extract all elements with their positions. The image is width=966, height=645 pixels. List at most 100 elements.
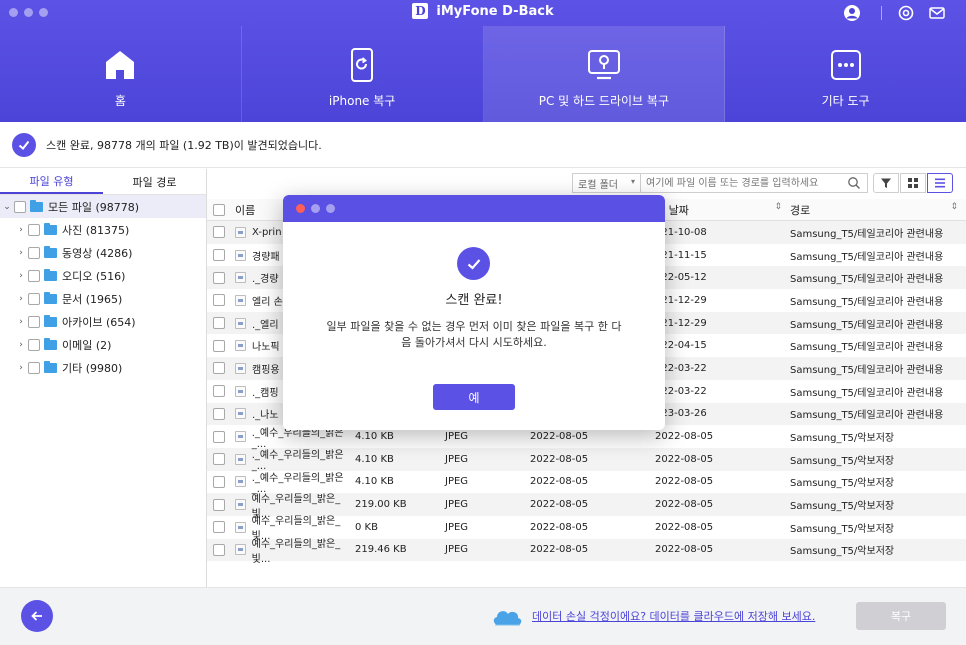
filter-icon <box>881 178 891 188</box>
file-modified-date: 2022-08-05 <box>655 544 714 556</box>
row-checkbox[interactable] <box>213 430 225 443</box>
row-checkbox[interactable] <box>213 362 225 375</box>
tree-item-archives[interactable]: › 아카이브 (654) <box>0 310 206 333</box>
grid-view-button[interactable] <box>900 173 926 193</box>
column-modified[interactable]: 정 날짜 ⇕ <box>655 202 790 218</box>
folder-scope-select[interactable]: 로컬 폴더 ▾ <box>572 173 640 193</box>
list-view-button[interactable] <box>927 173 953 193</box>
chevron-right-icon[interactable]: › <box>14 340 28 350</box>
row-checkbox[interactable] <box>213 385 225 398</box>
file-size: 219.46 KB <box>355 544 407 556</box>
file-created-date: 2022-08-05 <box>530 431 589 443</box>
file-path: Samsung_T5/악보저장 <box>790 546 895 558</box>
row-checkbox[interactable] <box>213 294 225 307</box>
image-file-icon <box>235 453 246 465</box>
recover-button[interactable]: 복구 <box>856 602 946 630</box>
nav-pc-drive-recovery[interactable]: PC 및 하드 드라이브 복구 <box>483 26 726 122</box>
row-checkbox[interactable] <box>213 271 225 284</box>
tree-item-label: 사진 (81375) <box>62 223 130 237</box>
chevron-right-icon[interactable]: › <box>14 225 28 235</box>
checkbox[interactable] <box>28 315 40 328</box>
tree-item-audio[interactable]: › 오디오 (516) <box>0 264 206 287</box>
file-name: 경량패 <box>252 251 280 263</box>
tree-item-photos[interactable]: › 사진 (81375) <box>0 218 206 241</box>
folder-icon <box>44 337 57 350</box>
nav-other-tools[interactable]: 기타 도구 <box>725 26 966 122</box>
chevron-right-icon[interactable]: › <box>14 317 28 327</box>
file-size: 4.10 KB <box>355 476 394 488</box>
app-logo-icon: D <box>412 3 429 19</box>
checkbox[interactable] <box>28 269 40 282</box>
nav-iphone-recovery-label: iPhone 복구 <box>328 94 396 108</box>
image-file-icon <box>235 294 246 306</box>
row-checkbox[interactable] <box>213 475 225 488</box>
back-button[interactable] <box>21 600 53 632</box>
tree-item-all-files[interactable]: ⌄ 모든 파일 (98778) <box>0 195 206 218</box>
folder-icon <box>44 222 57 235</box>
file-modified-date: 2022-08-05 <box>655 499 714 511</box>
row-checkbox[interactable] <box>213 498 225 511</box>
file-modified-date: 022-05-12 <box>655 272 707 284</box>
file-name: 나노픽 <box>252 342 280 354</box>
row-checkbox[interactable] <box>213 543 225 556</box>
search-icon[interactable] <box>847 176 861 190</box>
folder-icon <box>44 291 57 304</box>
row-checkbox[interactable] <box>213 521 225 534</box>
file-created-date: 2022-08-05 <box>530 453 589 465</box>
tree-item-documents[interactable]: › 문서 (1965) <box>0 287 206 310</box>
tree-item-other[interactable]: › 기타 (9980) <box>0 356 206 379</box>
checkbox[interactable] <box>14 200 26 213</box>
file-size: 4.10 KB <box>355 431 394 443</box>
tree-item-label: 오디오 (516) <box>62 269 126 283</box>
tree-item-email[interactable]: › 이메일 (2) <box>0 333 206 356</box>
dialog-ok-button[interactable]: 예 <box>433 384 515 410</box>
home-icon <box>106 51 135 79</box>
chevron-right-icon[interactable]: › <box>14 271 28 281</box>
chevron-right-icon[interactable]: › <box>14 294 28 304</box>
column-path[interactable]: 경로 ⇕ <box>790 202 966 218</box>
file-type: JPEG <box>445 544 469 556</box>
row-checkbox[interactable] <box>213 226 225 239</box>
checkbox[interactable] <box>28 361 40 374</box>
nav-iphone-recovery[interactable]: iPhone 복구 <box>242 26 484 122</box>
checkbox[interactable] <box>28 292 40 305</box>
cloud-backup-link[interactable]: 데이터 손실 걱정이에요? 데이터를 클라우드에 저장해 보세요. <box>532 608 815 624</box>
select-all-checkbox[interactable] <box>213 203 225 216</box>
nav-home[interactable]: 홈 <box>0 26 242 122</box>
image-file-icon <box>235 317 246 329</box>
cloud-icon <box>493 611 522 626</box>
chevron-right-icon[interactable]: › <box>14 363 28 373</box>
folder-icon <box>44 314 57 327</box>
checkbox[interactable] <box>28 246 40 259</box>
tab-file-type[interactable]: 파일 유형 <box>0 169 103 194</box>
row-checkbox[interactable] <box>213 339 225 352</box>
search-input[interactable] <box>640 173 868 193</box>
row-checkbox[interactable] <box>213 407 225 420</box>
sidebar-tabs: 파일 유형 파일 경로 <box>0 169 206 195</box>
tab-file-path[interactable]: 파일 경로 <box>103 169 206 194</box>
file-name: ._캠핑 <box>252 387 279 399</box>
filter-button[interactable] <box>873 173 899 193</box>
table-row[interactable]: 예수_우리들의_밝은_빛... 219.46 KB JPEG 2022-08-05 20… <box>207 538 966 565</box>
row-checkbox[interactable] <box>213 249 225 262</box>
chevron-down-icon[interactable]: ⌄ <box>0 202 14 212</box>
file-modified-date: 021-12-29 <box>655 294 707 306</box>
tree-item-videos[interactable]: › 동영상 (4286) <box>0 241 206 264</box>
file-modified-date: 2022-08-05 <box>655 453 714 465</box>
file-path: Samsung_T5/테일코리아 관련내용 <box>790 364 944 376</box>
settings-icon[interactable] <box>897 4 915 22</box>
folder-icon <box>30 199 43 212</box>
checkbox[interactable] <box>28 338 40 351</box>
table-row[interactable]: ._예수_우리들의_밝은_... 4.10 KB JPEG 2022-08-05 202… <box>207 447 966 472</box>
file-type: JPEG <box>445 521 469 533</box>
tree-item-label: 동영상 (4286) <box>62 246 133 260</box>
dialog-close-button[interactable] <box>296 204 305 213</box>
row-checkbox[interactable] <box>213 453 225 466</box>
account-icon[interactable] <box>843 4 861 22</box>
chevron-down-icon: ▾ <box>630 177 635 186</box>
image-file-icon <box>235 431 246 443</box>
checkbox[interactable] <box>28 223 40 236</box>
row-checkbox[interactable] <box>213 317 225 330</box>
mail-icon[interactable] <box>928 4 946 22</box>
chevron-right-icon[interactable]: › <box>14 248 28 258</box>
